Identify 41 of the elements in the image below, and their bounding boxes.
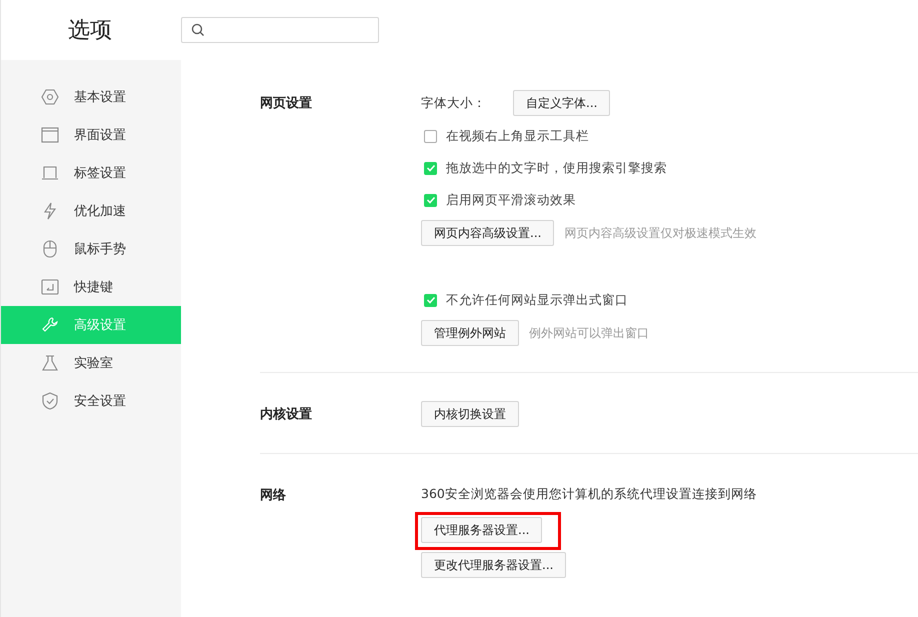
wrench-icon <box>41 316 59 334</box>
search-icon <box>191 23 205 37</box>
button[interactable]: 内核切换设置 <box>421 401 519 427</box>
section-title: 网络 <box>260 487 287 505</box>
sidebar-item[interactable]: 鼠标手势 <box>1 230 181 268</box>
section-title: 内核设置 <box>260 406 313 424</box>
window-title: 选项 <box>67 17 113 45</box>
sidebar-item[interactable]: 优化加速 <box>1 192 181 230</box>
lightning-icon <box>41 202 59 220</box>
section-title: 网页设置 <box>260 95 313 113</box>
button[interactable]: 代理服务器设置... <box>421 517 542 543</box>
checkbox-label: 拖放选中的文字时，使用搜索引擎搜索 <box>446 160 667 176</box>
tab-icon <box>41 164 59 182</box>
hint-text: 网页内容高级设置仅对极速模式生效 <box>564 224 756 242</box>
gear-icon <box>41 88 59 106</box>
checkbox[interactable] <box>424 194 437 206</box>
checkbox-label: 在视频右上角显示工具栏 <box>446 128 589 144</box>
keyboard-key-icon <box>41 278 59 296</box>
sidebar-item[interactable]: 标签设置 <box>1 154 181 192</box>
sidebar-item[interactable]: 安全设置 <box>1 382 181 420</box>
sidebar-item[interactable]: 快捷键 <box>1 268 181 306</box>
checkbox[interactable] <box>424 294 437 306</box>
button[interactable]: 自定义字体... <box>513 90 610 116</box>
checkbox[interactable] <box>424 130 437 142</box>
flask-icon <box>41 354 59 372</box>
sidebar-item[interactable]: 界面设置 <box>1 116 181 154</box>
button[interactable]: 管理例外网站 <box>421 320 519 346</box>
sidebar-item[interactable]: 基本设置 <box>1 78 181 116</box>
checkbox[interactable] <box>424 162 437 174</box>
field-label: 字体大小： <box>421 94 486 112</box>
shield-icon <box>41 392 59 410</box>
search-field[interactable] <box>181 17 379 43</box>
button[interactable]: 更改代理服务器设置... <box>421 552 566 578</box>
checkbox-label: 启用网页平滑滚动效果 <box>446 192 576 208</box>
mouse-icon <box>41 240 59 258</box>
checkbox-label: 不允许任何网站显示弹出式窗口 <box>446 292 628 308</box>
button[interactable]: 网页内容高级设置... <box>421 220 554 246</box>
hint-text: 例外网站可以弹出窗口 <box>529 324 649 342</box>
sidebar-item[interactable]: 实验室 <box>1 344 181 382</box>
window-icon <box>41 126 59 144</box>
description-text: 360安全浏览器会使用您计算机的系统代理设置连接到网络 <box>421 486 757 502</box>
